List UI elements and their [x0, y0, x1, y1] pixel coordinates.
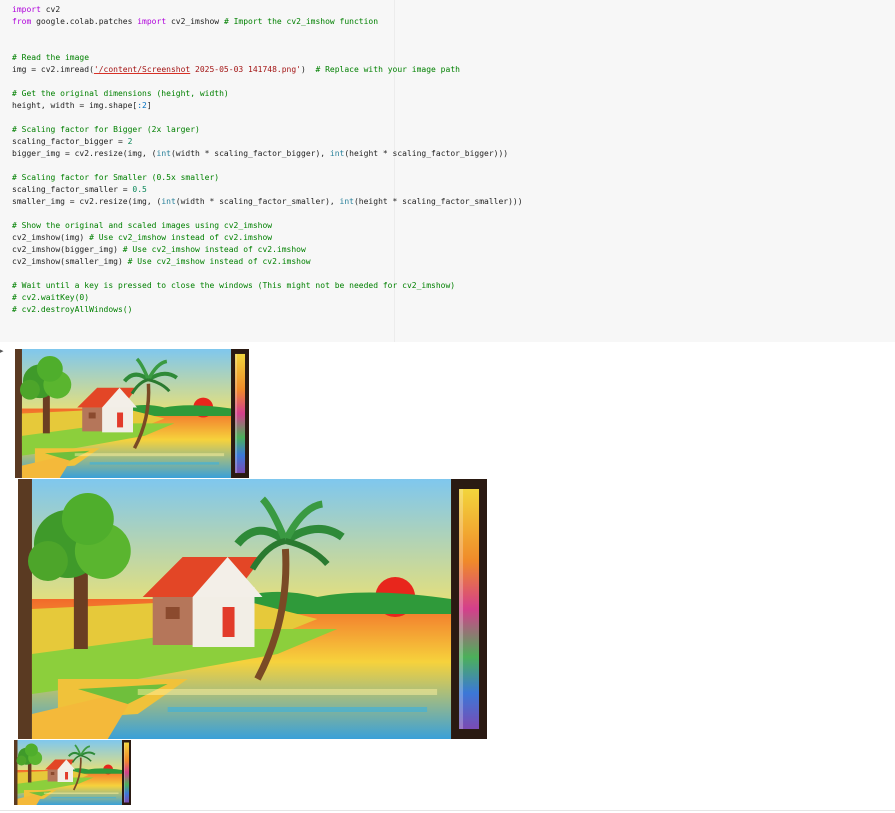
code-line: # cv2.waitKey(0) [12, 292, 523, 304]
code-line: smaller_img = cv2.resize(img, (int(width… [12, 196, 523, 208]
code-token: import [137, 17, 167, 26]
code-line: bigger_img = cv2.resize(img, (int(width … [12, 148, 523, 160]
code-token: ] [146, 101, 152, 110]
code-token: from [12, 17, 32, 26]
code-line: cv2_imshow(smaller_img) # Use cv2_imshow… [12, 256, 523, 268]
code-token: '/content/Screenshot [93, 65, 191, 74]
code-token: (height * scaling_factor_smaller))) [353, 197, 523, 206]
code-token: :2 [137, 101, 147, 110]
code-token: # cv2.destroyAllWindows() [12, 305, 133, 314]
code-token: (height * scaling_factor_bigger))) [344, 149, 509, 158]
code-token: # Use cv2_imshow instead of cv2.imshow [127, 257, 311, 266]
cell-divider [0, 810, 895, 811]
code-token: int [156, 149, 171, 158]
code-token: # cv2.waitKey(0) [12, 293, 90, 302]
code-token: # Scaling factor for Bigger (2x larger) [12, 125, 200, 134]
landscape-painting-image [18, 479, 487, 739]
code-token: ) [301, 65, 316, 74]
code-token: height, width = img.shape[ [12, 101, 138, 110]
code-token: google.colab.patches [31, 17, 138, 26]
smaller-image-output [14, 740, 131, 805]
code-token: cv2_imshow(bigger_img) [12, 245, 123, 254]
code-line: # Get the original dimensions (height, w… [12, 88, 523, 100]
code-token: # Read the image [12, 53, 90, 62]
code-line: scaling_factor_bigger = 2 [12, 136, 523, 148]
code-token: scaling_factor_bigger = [12, 137, 128, 146]
code-cell[interactable]: import cv2 from google.colab.patches impo… [0, 0, 895, 342]
code-token: # Get the original dimensions (height, w… [12, 89, 229, 98]
code-token: 2025-05-03 141748.png' [190, 65, 301, 74]
code-token: cv2 [40, 5, 61, 14]
code-line: import cv2 [12, 4, 523, 16]
code-token: (width * scaling_factor_bigger), [170, 149, 330, 158]
bigger-image-output [18, 479, 487, 739]
code-token: 2 [127, 137, 133, 146]
code-line: # Read the image [12, 52, 523, 64]
code-token: cv2_imshow [166, 17, 224, 26]
code-token: int [161, 197, 176, 206]
code-line: img = cv2.imread('/content/Screenshot 20… [12, 64, 523, 76]
code-token: (width * scaling_factor_smaller), [175, 197, 340, 206]
code-token: # Show the original and scaled images us… [12, 221, 273, 230]
landscape-painting-image [15, 349, 249, 478]
code-line: # Scaling factor for Smaller (0.5x small… [12, 172, 523, 184]
code-line: cv2_imshow(bigger_img) # Use cv2_imshow … [12, 244, 523, 256]
code-line: cv2_imshow(img) # Use cv2_imshow instead… [12, 232, 523, 244]
code-line: height, width = img.shape[:2] [12, 100, 523, 112]
code-token: # Replace with your image path [315, 65, 460, 74]
code-line: # Show the original and scaled images us… [12, 220, 523, 232]
original-image-output [15, 349, 249, 478]
code-token: 0.5 [132, 185, 147, 194]
code-line: # Scaling factor for Bigger (2x larger) [12, 124, 523, 136]
landscape-painting-image [14, 740, 131, 805]
code-token: smaller_img = cv2.resize(img, ( [12, 197, 162, 206]
code-token: scaling_factor_smaller = [12, 185, 133, 194]
output-indicator-icon: ▸ [0, 347, 4, 355]
code-token: cv2_imshow(smaller_img) [12, 257, 128, 266]
code-editor[interactable]: import cv2 from google.colab.patches impo… [0, 0, 523, 342]
code-token: bigger_img = cv2.resize(img, ( [12, 149, 157, 158]
code-token: import [12, 5, 41, 14]
code-token: cv2_imshow(img) [12, 233, 90, 242]
code-token: # Use cv2_imshow instead of cv2.imshow [122, 245, 306, 254]
code-line: # cv2.destroyAllWindows() [12, 304, 523, 316]
code-token: # Scaling factor for Smaller (0.5x small… [12, 173, 220, 182]
code-token: img = cv2.imread( [12, 65, 94, 74]
code-line: # Wait until a key is pressed to close t… [12, 280, 523, 292]
code-text[interactable]: import cv2 from google.colab.patches impo… [12, 4, 523, 316]
code-token: int [329, 149, 345, 158]
code-token: # Wait until a key is pressed to close t… [12, 281, 456, 290]
code-token: # Use cv2_imshow instead of cv2.imshow [89, 233, 273, 242]
code-token: int [339, 197, 354, 206]
code-token: # Import the cv2_imshow function [223, 17, 379, 26]
code-line: from google.colab.patches import cv2_ims… [12, 16, 523, 28]
code-line: scaling_factor_smaller = 0.5 [12, 184, 523, 196]
